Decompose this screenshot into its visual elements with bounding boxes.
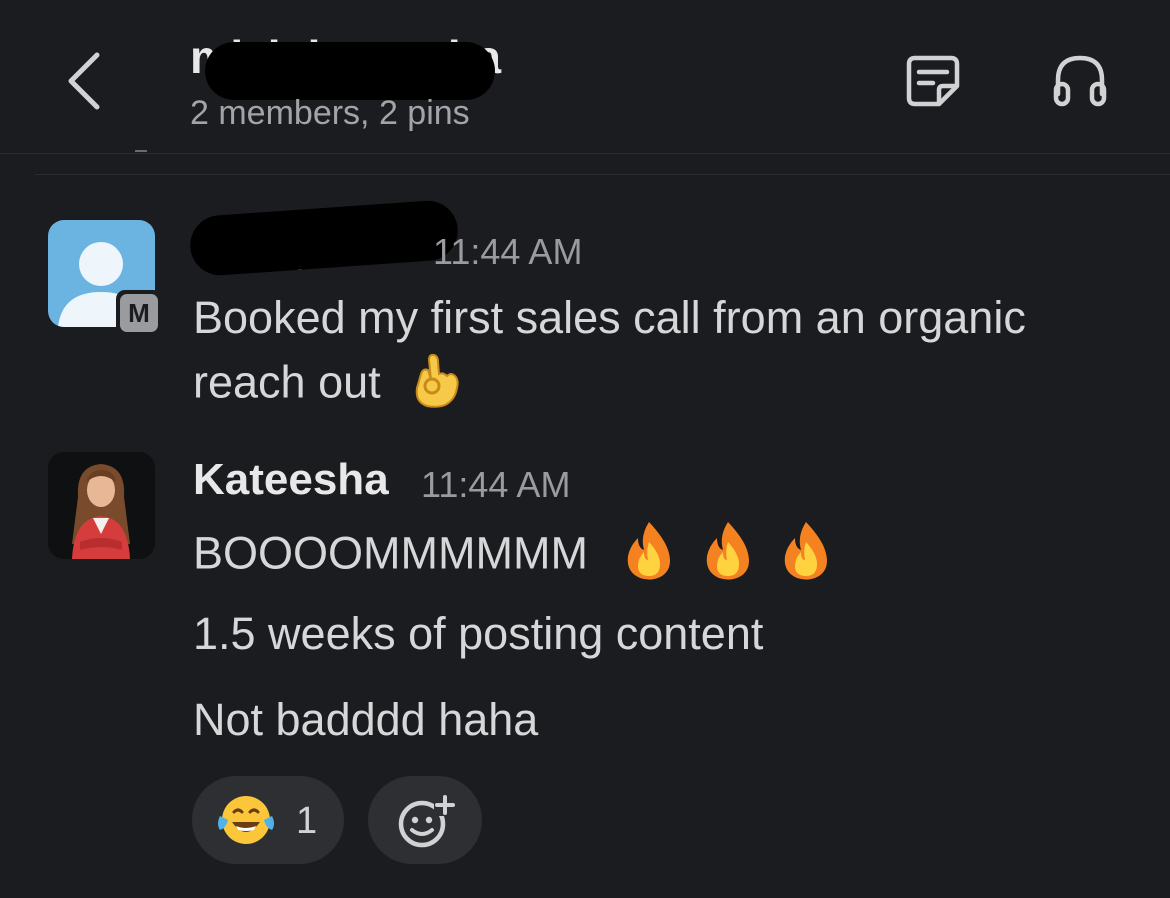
message-text: reach out	[193, 356, 381, 408]
avatar-kateesha[interactable]	[48, 452, 155, 559]
channel-header: mick-kateesha 2 members, 2 pins	[0, 0, 1170, 155]
ok-hand-emoji-icon	[411, 352, 463, 419]
message-timestamp[interactable]: 11:44 AM	[421, 464, 570, 506]
canvas-note-icon	[906, 55, 960, 107]
redaction-mark	[188, 198, 460, 278]
message-paragraph: BOOOOMMMMMM	[193, 520, 833, 593]
message-text-line: Booked my first sales call from an organ…	[193, 292, 1026, 343]
reaction-count: 1	[296, 800, 318, 842]
tears-of-joy-emoji-icon	[216, 792, 276, 853]
fire-emoji-icon	[701, 520, 755, 593]
message-text-line-2: reach out	[193, 352, 463, 419]
huddle-button[interactable]	[1050, 50, 1110, 110]
message-paragraph: 1.5 weeks of posting content	[193, 608, 764, 659]
fire-emoji-icon	[779, 520, 833, 593]
back-button[interactable]	[55, 45, 115, 115]
message-timestamp[interactable]: 11:44 AM	[433, 231, 582, 273]
message-paragraph: Not badddd haha	[193, 694, 539, 745]
message-text: BOOOOMMMMMM	[193, 527, 588, 579]
message-author-name[interactable]: Kateesha	[193, 455, 389, 505]
headphones-icon	[1053, 55, 1107, 107]
canvas-button[interactable]	[903, 50, 963, 110]
add-emoji-icon	[398, 794, 456, 848]
member-badge: M	[116, 290, 162, 336]
header-divider	[0, 153, 1170, 154]
add-reaction-button[interactable]	[368, 776, 482, 864]
reaction-laughing-button[interactable]: 1	[192, 776, 344, 864]
channel-subtitle[interactable]: 2 members, 2 pins	[190, 94, 470, 133]
redaction-mark	[205, 42, 495, 100]
scroll-tick	[135, 150, 147, 152]
chevron-left-icon	[68, 52, 100, 110]
message-divider	[35, 174, 1170, 175]
profile-photo-icon	[48, 452, 155, 559]
fire-emoji-icon	[622, 520, 676, 593]
